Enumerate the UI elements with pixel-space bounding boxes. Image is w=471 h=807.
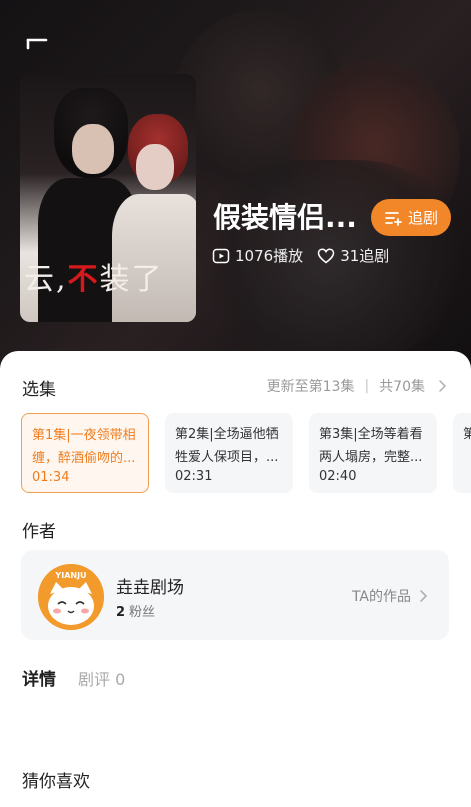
detail-tabs: 详情 剧评 0 — [22, 665, 125, 690]
recommend-title: 猜你喜欢 — [22, 772, 90, 792]
episode-title: 第2集|全场逼他牺牲爱人保项目，... — [175, 427, 279, 465]
author-section-title: 作者 — [22, 522, 56, 542]
play-count: 1076播放 — [212, 245, 303, 266]
detail-sheet: 选集 更新至第13集 | 共70集 第1集|一夜领带相缠，醉酒偷吻的... 01… — [0, 351, 471, 807]
hero-banner: 云,不装了 假装情侣... 追剧 1076播放 31追剧 — [0, 0, 471, 380]
divider: | — [364, 378, 370, 394]
poster-figure — [72, 124, 114, 174]
cat-avatar-icon: YIANJU — [38, 564, 104, 630]
episode-card[interactable]: 第3集|全场等着看两人塌房，完整... 02:40 — [309, 413, 437, 493]
follow-button[interactable]: 追剧 — [371, 199, 451, 236]
chevron-right-icon — [420, 590, 428, 602]
heart-icon — [317, 247, 335, 263]
drama-title: 假装情侣... — [213, 201, 357, 234]
drama-poster[interactable]: 云,不装了 — [20, 74, 196, 322]
play-icon — [212, 248, 230, 263]
tab-detail[interactable]: 详情 — [22, 665, 56, 690]
playlist-add-icon — [385, 211, 402, 226]
episodes-title: 选集 — [22, 380, 56, 400]
chevron-right-icon — [439, 380, 447, 392]
episode-card[interactable]: 第1集|一夜领带相缠，醉酒偷吻的... 01:34 — [21, 413, 149, 493]
episode-duration: 02:31 — [175, 469, 213, 484]
fans-count: 2 — [116, 605, 126, 620]
play-count-text: 1076播放 — [235, 247, 304, 265]
poster-figure — [136, 144, 174, 190]
back-arrow-icon — [26, 38, 48, 50]
drama-stats: 1076播放 31追剧 — [212, 245, 389, 266]
episodes-total-text: 共70集 — [379, 379, 425, 395]
episode-title: 第4集|… — [463, 423, 471, 469]
episode-card[interactable]: 第2集|全场逼他牺牲爱人保项目，... 02:31 — [165, 413, 293, 493]
svg-text:YIANJU: YIANJU — [54, 571, 86, 580]
avatar[interactable]: YIANJU — [38, 564, 104, 630]
follow-count: 31追剧 — [317, 245, 389, 266]
episode-title: 第3集|全场等着看两人塌房，完整... — [319, 427, 423, 465]
episode-duration: 01:34 — [32, 470, 70, 485]
author-fans: 2 粉丝 — [116, 601, 155, 620]
tab-review[interactable]: 剧评 0 — [78, 666, 125, 690]
episodes-summary-link[interactable]: 更新至第13集 | 共70集 — [267, 376, 449, 396]
episode-card[interactable]: 第4集|… — [453, 413, 471, 493]
follow-count-text: 31追剧 — [340, 247, 390, 265]
episode-duration: 02:40 — [319, 469, 357, 484]
episode-list[interactable]: 第1集|一夜领带相缠，醉酒偷吻的... 01:34 第2集|全场逼他牺牲爱人保项… — [21, 413, 471, 495]
follow-label: 追剧 — [407, 209, 438, 227]
author-card[interactable]: YIANJU 垚垚剧场 2 粉丝 TA的作品 — [21, 550, 449, 640]
author-name: 垚垚剧场 — [116, 578, 184, 598]
episodes-update-text: 更新至第13集 — [266, 379, 355, 395]
author-works-label: TA的作品 — [351, 589, 411, 605]
episode-title: 第1集|一夜领带相缠，醉酒偷吻的... — [32, 428, 136, 466]
poster-title-art: 云,不装了 — [24, 262, 164, 297]
back-button[interactable] — [22, 36, 52, 60]
author-works-link[interactable]: TA的作品 — [352, 586, 429, 606]
fans-label: 粉丝 — [129, 605, 156, 620]
